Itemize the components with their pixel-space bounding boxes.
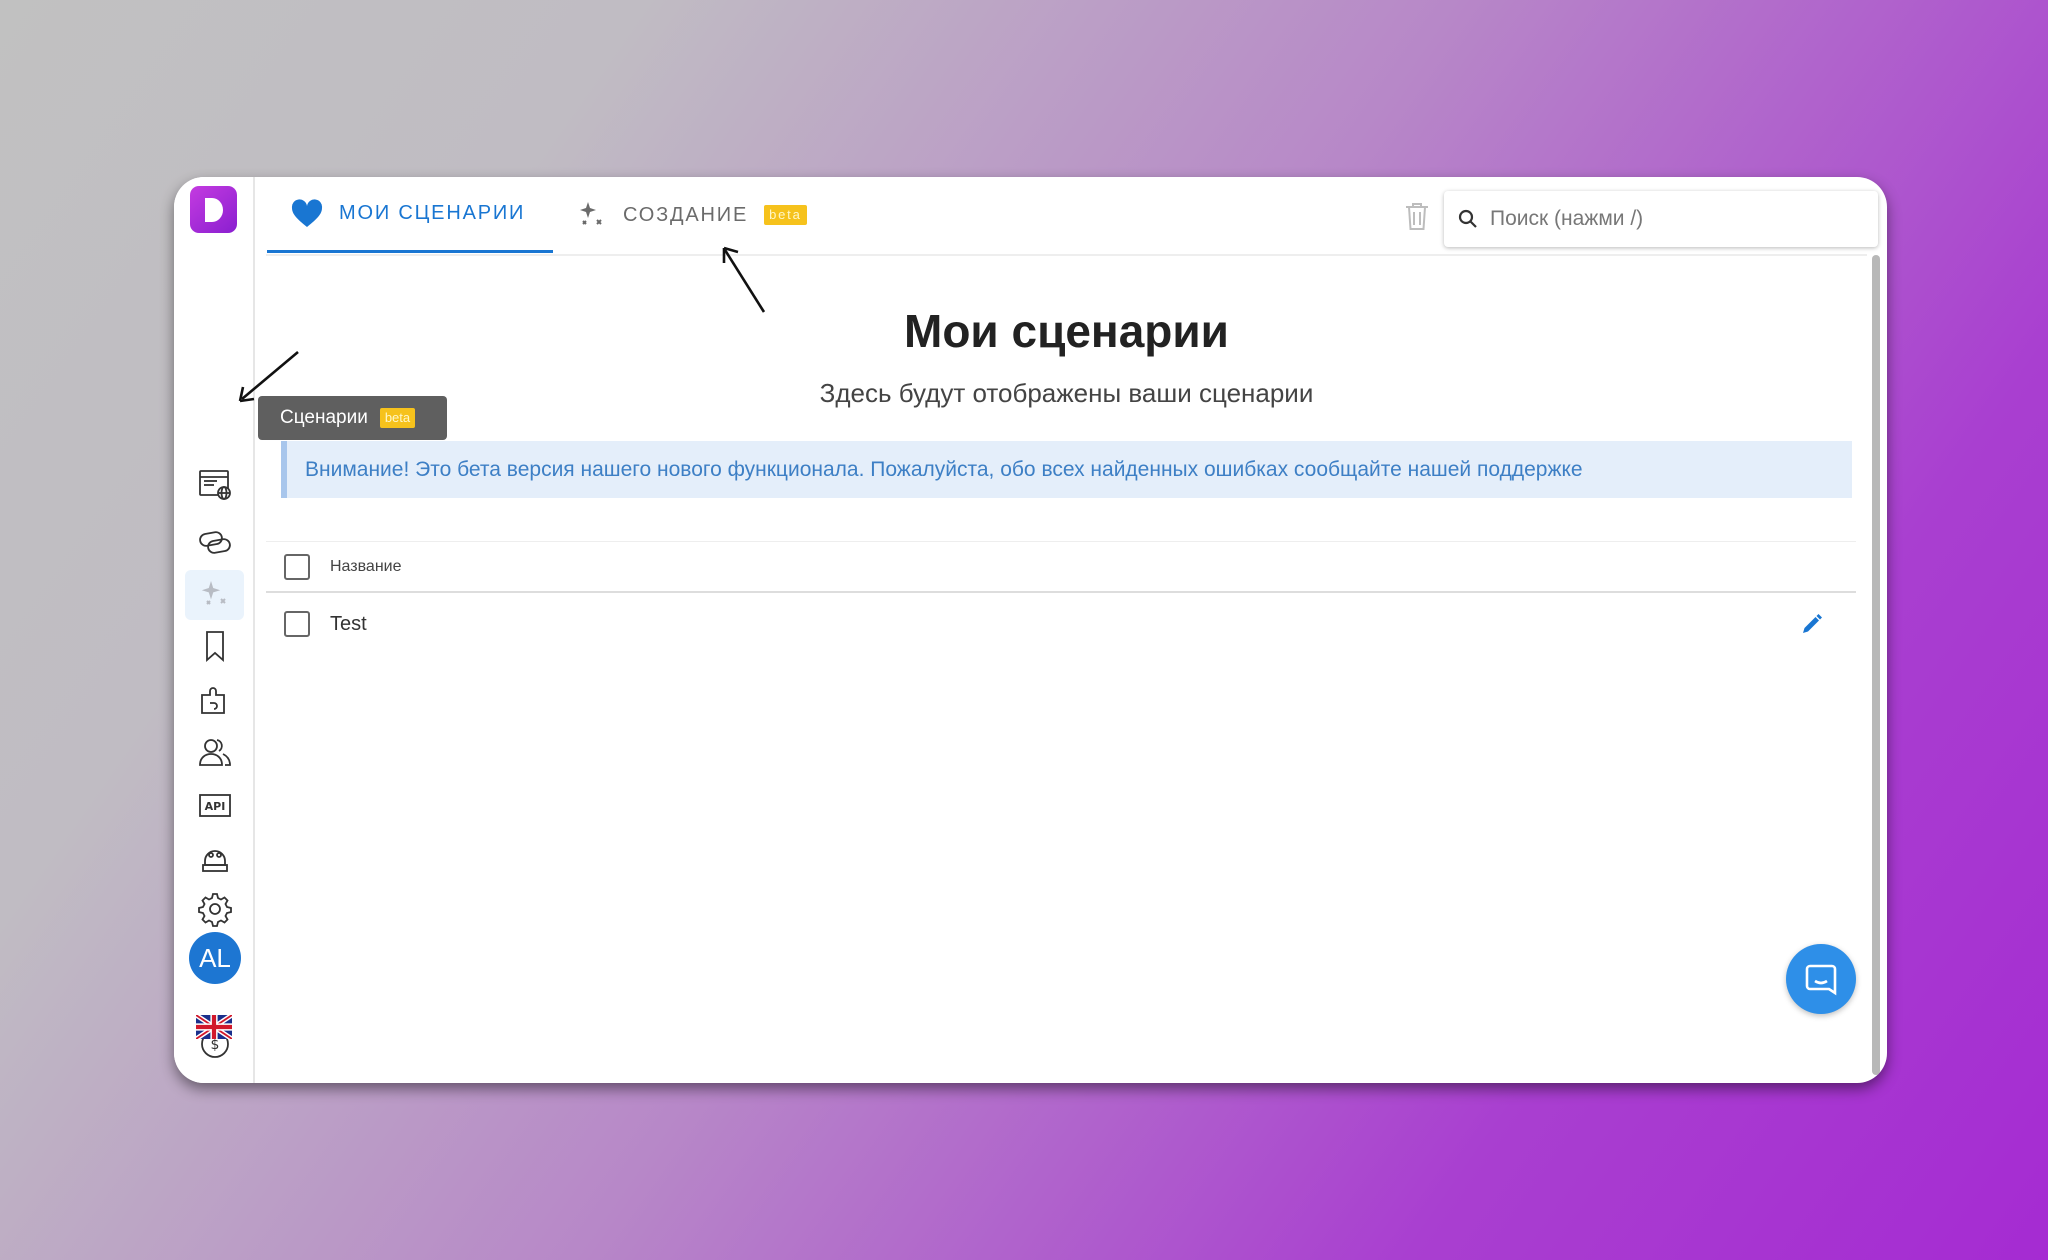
browser-globe-icon bbox=[198, 470, 231, 500]
scrollbar[interactable] bbox=[1872, 255, 1880, 1075]
chat-icon bbox=[1805, 964, 1837, 996]
tab-label: СОЗДАНИЕ bbox=[623, 203, 749, 226]
sparkles-icon bbox=[580, 202, 602, 225]
sidebar-item-proxies[interactable] bbox=[185, 517, 244, 567]
links-icon bbox=[198, 531, 231, 554]
annotation-arrow-icon bbox=[722, 246, 766, 313]
edit-pencil-icon[interactable] bbox=[1800, 612, 1824, 636]
sidebar-item-bookmarks[interactable] bbox=[185, 621, 244, 671]
row-checkbox[interactable] bbox=[284, 611, 310, 637]
tooltip-label: Сценарии bbox=[280, 407, 368, 428]
search-icon bbox=[1458, 209, 1477, 228]
table-header: Название bbox=[266, 541, 1856, 593]
beta-badge: beta bbox=[379, 408, 416, 428]
scenario-name: Test bbox=[330, 612, 367, 635]
app-window: API $ AL МОИ СЦЕНАРИИ СОЗДАНИЕ beta Поис… bbox=[174, 177, 1887, 1083]
heart-icon bbox=[291, 198, 323, 227]
api-icon: API bbox=[198, 794, 231, 817]
sidebar-item-automation[interactable] bbox=[185, 832, 244, 882]
page-subtitle: Здесь будут отображены ваши сценарии bbox=[819, 378, 1314, 408]
bookmark-icon bbox=[205, 631, 224, 662]
sidebar-item-team[interactable] bbox=[185, 727, 244, 777]
trash-icon[interactable] bbox=[1404, 201, 1430, 231]
tab-my-scenarios[interactable]: МОИ СЦЕНАРИИ bbox=[267, 177, 553, 253]
sidebar-item-api[interactable]: API bbox=[185, 780, 244, 830]
sidebar: API $ AL bbox=[174, 177, 255, 1083]
sidebar-item-browsers[interactable] bbox=[185, 459, 244, 509]
beta-badge: beta bbox=[764, 205, 807, 225]
app-logo[interactable] bbox=[190, 186, 237, 233]
search-box bbox=[1444, 191, 1878, 247]
beta-alert: Внимание! Это бета версия нашего нового … bbox=[281, 441, 1852, 498]
annotation-arrow-icon bbox=[238, 351, 299, 403]
robot-icon bbox=[201, 850, 228, 872]
en-flag-icon[interactable] bbox=[196, 1015, 232, 1039]
users-icon bbox=[198, 739, 231, 766]
tab-create[interactable]: СОЗДАНИЕ beta bbox=[567, 177, 807, 253]
sidebar-item-scenarios[interactable] bbox=[185, 570, 244, 620]
svg-text:$: $ bbox=[210, 1037, 219, 1053]
sparkles-icon bbox=[201, 581, 226, 605]
sidebar-item-settings[interactable] bbox=[185, 884, 244, 934]
table-row[interactable]: Test bbox=[266, 593, 1856, 655]
column-header-name: Название bbox=[330, 557, 402, 575]
tab-label: МОИ СЦЕНАРИИ bbox=[339, 202, 526, 224]
gear-icon bbox=[197, 893, 232, 927]
svg-text:API: API bbox=[204, 800, 225, 813]
avatar[interactable]: AL bbox=[189, 932, 241, 984]
page-title: Мои сценарии bbox=[904, 305, 1229, 357]
puzzle-icon bbox=[200, 687, 225, 714]
select-all-checkbox[interactable] bbox=[284, 553, 310, 580]
main-content: Мои сценарии Здесь будут отображены ваши… bbox=[266, 254, 1867, 1083]
sidebar-item-extensions[interactable] bbox=[185, 674, 244, 724]
chat-support-button[interactable] bbox=[1786, 944, 1856, 1014]
search-input[interactable] bbox=[1490, 207, 1860, 231]
